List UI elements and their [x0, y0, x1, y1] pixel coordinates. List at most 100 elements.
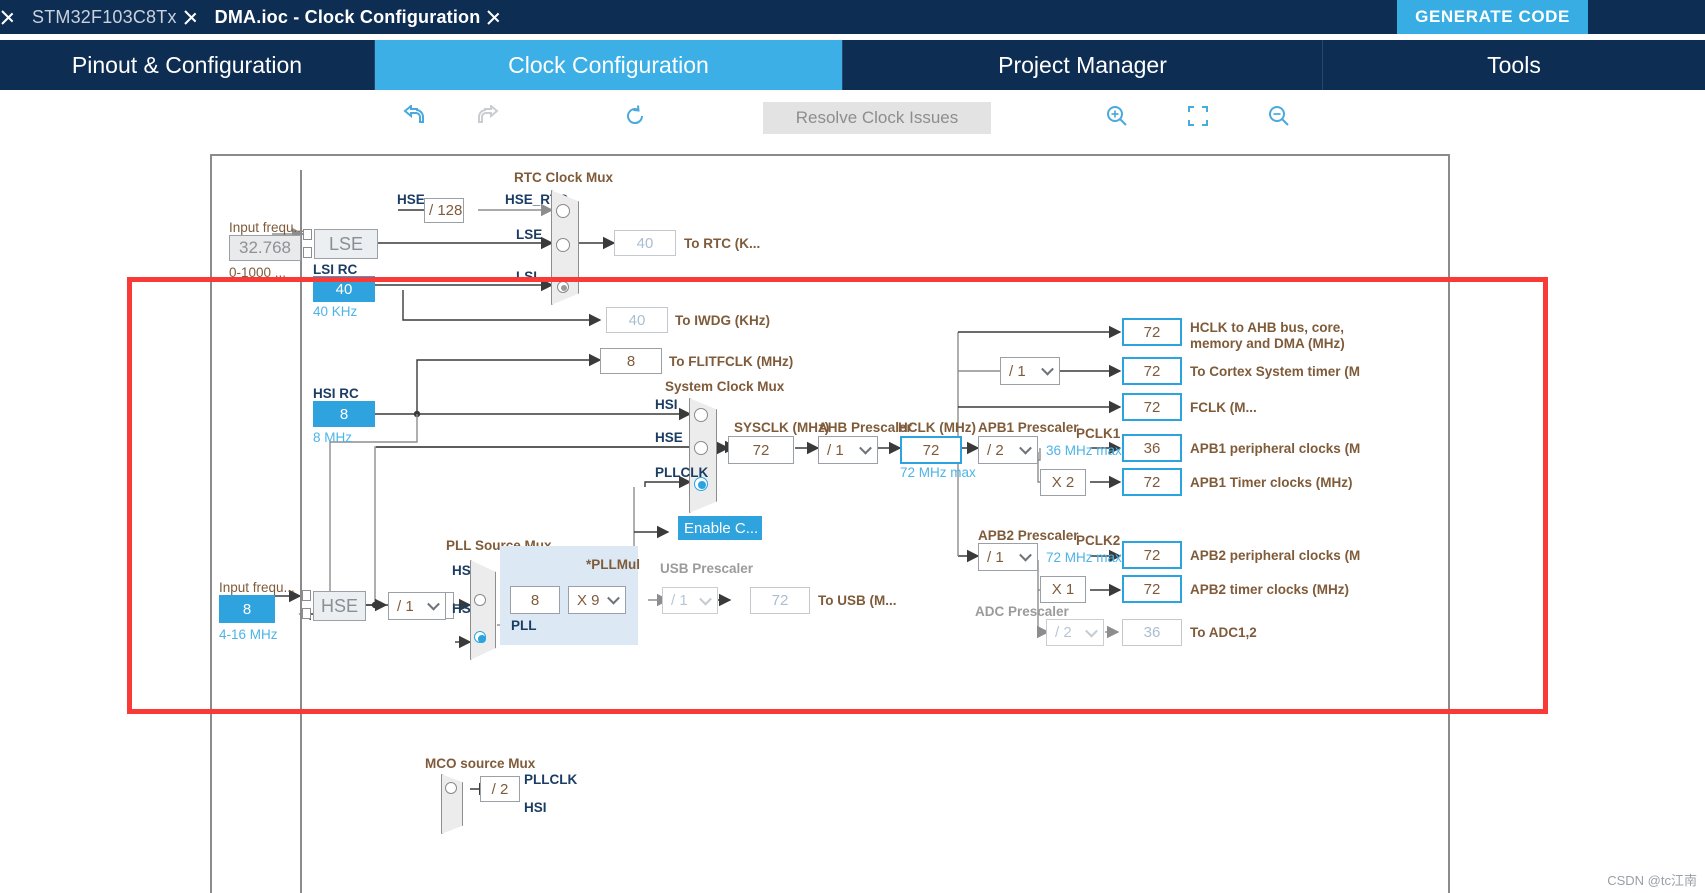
lse-input-frequency-label: Input frequ... — [229, 220, 305, 235]
apb1-prescaler-select[interactable]: / 2 — [978, 436, 1038, 464]
hclk-ahb-output-value: 72 — [1122, 318, 1182, 346]
to-rtc-value: 40 — [614, 230, 676, 256]
pclk2-max-label: 72 MHz max — [1046, 550, 1122, 565]
apb1-peripheral-value: 36 — [1122, 434, 1182, 462]
to-iwdg-value: 40 — [606, 307, 668, 333]
pllmul-value: X 9 — [577, 591, 600, 609]
apb1-timer-multiplier: X 2 — [1040, 469, 1086, 496]
adc-prescaler-select[interactable]: / 2 — [1046, 619, 1104, 646]
apb2-peripheral-value: 72 — [1122, 541, 1182, 569]
chevron-down-icon — [699, 592, 712, 606]
rtc-clock-mux-title: RTC Clock Mux — [514, 170, 614, 185]
hse-div128-box: / 128 — [424, 198, 464, 223]
lse-range-label: 0-1000 ... — [229, 265, 287, 280]
apb2-peripheral-label: APB2 peripheral clocks (M — [1190, 548, 1361, 563]
tab-pinout-configuration[interactable]: Pinout & Configuration — [0, 40, 375, 90]
tab-tools[interactable]: Tools — [1323, 40, 1705, 90]
undo-icon[interactable] — [398, 100, 432, 132]
apb1-timer-label: APB1 Timer clocks (MHz) — [1190, 475, 1353, 490]
cortex-prescaler-select[interactable]: / 1 — [1000, 357, 1060, 385]
hclk-value[interactable]: 72 — [900, 436, 962, 464]
hse-input-frequency-field[interactable]: 8 — [219, 595, 275, 623]
enable-css-button[interactable]: Enable C... — [678, 516, 762, 540]
hclk-ahb-output-label: HCLK to AHB bus, core, — [1190, 320, 1345, 335]
hse-oscillator-box[interactable]: HSE — [313, 591, 366, 621]
breadcrumb-chevron-icon — [0, 0, 26, 34]
lsi-rc-unit: 40 KHz — [313, 304, 358, 319]
pclk1-max-label: 36 MHz max — [1046, 443, 1122, 458]
canvas-top-border — [210, 154, 1450, 156]
rtc-mux-input-lsi-label: LSI — [516, 269, 538, 284]
rtc-mux-radio-lsi[interactable] — [557, 281, 569, 293]
clock-tree-canvas[interactable]: Input frequ... 32.768 0-1000 ... LSE LSI… — [0, 142, 1705, 893]
hse-pin-top — [302, 590, 311, 601]
hse-prescaler-select[interactable]: / 1 — [388, 592, 446, 620]
mco-input-pllclk-label: PLLCLK — [524, 772, 578, 787]
hclk-label: HCLK (MHz) — [898, 420, 976, 435]
breadcrumb-file[interactable]: DMA.ioc - Clock Configuration — [209, 7, 487, 28]
tab-project-manager[interactable]: Project Manager — [843, 40, 1323, 90]
mco-mux-radio[interactable] — [445, 782, 457, 794]
apb2-prescaler-label: APB2 Prescaler — [978, 528, 1079, 543]
lse-pin-bottom — [303, 247, 312, 258]
apb2-prescaler-value: / 1 — [987, 548, 1004, 566]
rtc-mux-input-lse-label: LSE — [516, 227, 543, 242]
chevron-down-icon — [1019, 441, 1032, 455]
fit-to-screen-icon[interactable] — [1181, 100, 1215, 132]
cortex-timer-output-value: 72 — [1122, 357, 1182, 385]
usb-prescaler-value: / 1 — [671, 592, 688, 609]
ahb-prescaler-select[interactable]: / 1 — [818, 436, 878, 464]
lse-oscillator-box[interactable]: LSE — [314, 229, 378, 259]
tab-clock-configuration[interactable]: Clock Configuration — [375, 40, 843, 90]
pll-source-mux[interactable] — [470, 560, 496, 660]
sysclk-mux-radio-hsi[interactable] — [694, 408, 708, 422]
chevron-down-icon — [427, 597, 440, 611]
rtc-mux-radio-lse[interactable] — [556, 238, 570, 252]
mco-input-hsi-label: HSI — [524, 800, 547, 815]
sysclk-mux-radio-hse[interactable] — [694, 441, 708, 455]
sysclk-value: 72 — [728, 436, 794, 464]
cortex-timer-output-label: To Cortex System timer (M — [1190, 364, 1361, 379]
fclk-output-label: FCLK (M... — [1190, 400, 1257, 415]
pll-mux-radio-hse[interactable] — [474, 631, 486, 643]
apb2-prescaler-select[interactable]: / 1 — [978, 543, 1038, 571]
pll-mux-radio-hsi[interactable] — [474, 594, 486, 606]
breadcrumb-device[interactable]: STM32F103C8Tx — [26, 7, 183, 28]
resolve-clock-issues-button[interactable]: Resolve Clock Issues — [763, 102, 991, 134]
hclk-max-label: 72 MHz max — [900, 465, 976, 480]
hse-div128-input-label: HSE — [397, 192, 425, 207]
usb-prescaler-select[interactable]: / 1 — [662, 587, 718, 614]
hsi-rc-value[interactable]: 8 — [313, 401, 375, 427]
apb1-prescaler-value: / 2 — [987, 441, 1004, 459]
apb2-timer-multiplier: X 1 — [1040, 576, 1086, 603]
lse-input-frequency-field[interactable]: 32.768 — [229, 235, 301, 261]
to-flitfclk-label: To FLITFCLK (MHz) — [669, 354, 794, 369]
generate-code-button[interactable]: GENERATE CODE — [1397, 0, 1588, 34]
title-bar: STM32F103C8Tx DMA.ioc - Clock Configurat… — [0, 0, 1705, 34]
lsi-rc-value[interactable]: 40 — [313, 276, 375, 302]
redo-icon[interactable] — [472, 100, 506, 132]
zoom-in-icon[interactable] — [1100, 100, 1134, 132]
hse-input-frequency-label: Input frequ... — [219, 580, 295, 595]
adc-prescaler-label: ADC Prescaler — [975, 604, 1069, 619]
usb-prescaler-label: USB Prescaler — [660, 561, 754, 576]
pllmul-select[interactable]: X 9 — [568, 586, 626, 614]
zoom-out-icon[interactable] — [1262, 100, 1296, 132]
adc-output-value: 36 — [1122, 619, 1182, 646]
pll-vco-value: 8 — [510, 586, 560, 614]
rtc-mux-radio-hse-rtc[interactable] — [556, 204, 570, 218]
watermark: CSDN @tc江南 — [1607, 873, 1697, 888]
hse-prescaler-value: / 1 — [397, 597, 414, 615]
pclk2-label: PCLK2 — [1076, 533, 1121, 548]
usb-output-value: 72 — [750, 587, 810, 614]
sysclk-mux-radio-pllclk[interactable] — [694, 477, 708, 491]
reset-icon[interactable] — [618, 100, 652, 132]
pclk1-label: PCLK1 — [1076, 426, 1121, 441]
chevron-down-icon — [1041, 362, 1054, 376]
to-rtc-label: To RTC (K... — [684, 236, 761, 251]
pll-panel-label: PLL — [511, 618, 537, 633]
fclk-output-value: 72 — [1122, 393, 1182, 421]
chevron-down-icon — [607, 591, 620, 605]
apb1-timer-value: 72 — [1122, 468, 1182, 496]
cortex-prescaler-value: / 1 — [1009, 362, 1026, 380]
